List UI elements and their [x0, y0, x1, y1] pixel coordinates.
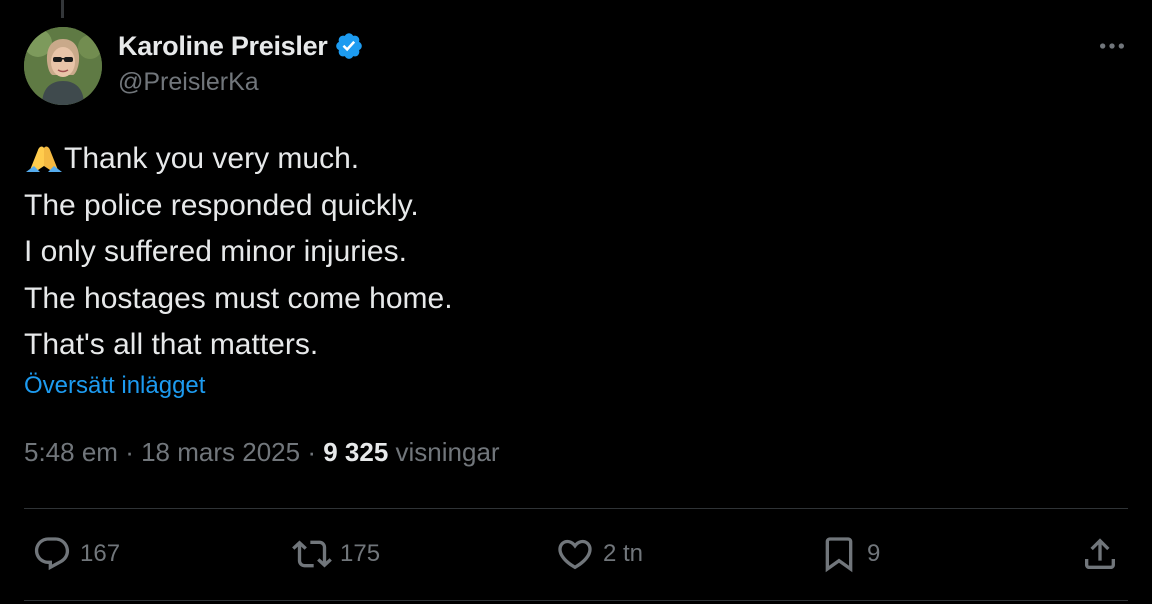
share-button[interactable]: [1080, 534, 1120, 574]
meta-separator: ·: [125, 437, 134, 467]
folded-hands-emoji-icon: [24, 140, 64, 172]
tweet-meta: 5:48 em · 18 mars 2025 · 9 325 visningar: [24, 437, 500, 468]
like-count: 2 tn: [603, 540, 644, 567]
tweet-header: Karoline Preisler @PreislerKa: [118, 28, 364, 97]
tweet-line: The hostages must come home.: [24, 281, 453, 315]
like-button[interactable]: 2 tn: [555, 534, 643, 574]
divider: [24, 600, 1128, 601]
tweet-line: The police responded quickly.: [24, 188, 419, 222]
tweet-text: Thank you very much. The police responde…: [24, 136, 453, 369]
heart-icon: [558, 539, 592, 570]
bookmark-icon: [825, 537, 853, 573]
name-row: Karoline Preisler: [118, 28, 364, 64]
bookmark-button[interactable]: 9: [819, 534, 880, 574]
author-display-name[interactable]: Karoline Preisler: [118, 31, 328, 62]
tweet-line-text: Thank you very much.: [64, 142, 360, 175]
avatar[interactable]: [24, 27, 102, 105]
post-time[interactable]: 5:48 em: [24, 437, 118, 467]
repost-button[interactable]: 175: [292, 534, 380, 574]
views-count[interactable]: 9 325: [323, 437, 388, 467]
author-handle[interactable]: @PreislerKa: [118, 68, 364, 97]
more-options-icon[interactable]: [1096, 30, 1128, 62]
post-date[interactable]: 18 mars 2025: [141, 437, 300, 467]
bookmark-count: 9: [867, 540, 881, 567]
reply-button[interactable]: 167: [32, 534, 120, 574]
meta-separator: ·: [307, 437, 316, 467]
views-label: visningar: [395, 437, 500, 467]
avatar-image: [24, 27, 102, 105]
tweet-line: That's all that matters.: [24, 328, 319, 361]
divider: [24, 508, 1128, 509]
tweet-line: Thank you very much.: [24, 136, 453, 183]
repost-icon: [292, 540, 332, 568]
reply-icon: [34, 537, 70, 571]
tweet-line: I only suffered minor injuries.: [24, 235, 407, 268]
share-icon: [1085, 538, 1115, 569]
translate-post-link[interactable]: Översätt inlägget: [24, 372, 205, 400]
repost-count: 175: [340, 540, 381, 567]
thread-connector-line: [61, 0, 64, 18]
verified-badge-icon[interactable]: [334, 31, 364, 61]
reply-count: 167: [80, 540, 121, 567]
